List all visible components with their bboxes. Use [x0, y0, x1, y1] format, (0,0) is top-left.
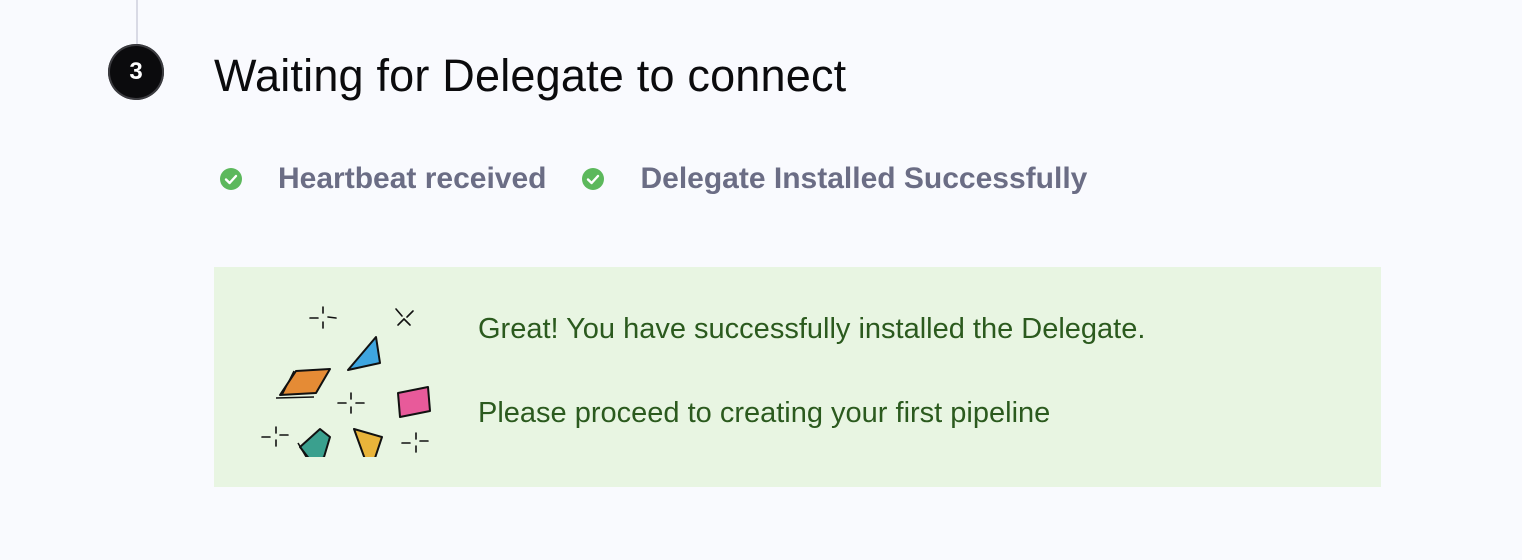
success-message-line1: Great! You have successfully installed t…: [478, 313, 1146, 345]
check-circle-icon: [582, 168, 605, 190]
step-title: Waiting for Delegate to connect: [214, 50, 847, 101]
confetti-icon: [261, 306, 431, 457]
check-heartbeat: Heartbeat received: [220, 162, 546, 196]
check-circle-icon: [220, 168, 242, 190]
delegate-setup-page: 3 Waiting for Delegate to connect Heartb…: [0, 0, 1522, 560]
status-checks: Heartbeat received Delegate Installed Su…: [220, 162, 1123, 196]
step-number-badge: 3: [108, 44, 164, 100]
check-installed: Delegate Installed Successfully: [582, 162, 1087, 196]
success-message-line2: Please proceed to creating your first pi…: [478, 397, 1051, 429]
success-message-box: Great! You have successfully installed t…: [214, 267, 1381, 487]
check-label-heartbeat: Heartbeat received: [278, 162, 547, 195]
check-label-installed: Delegate Installed Successfully: [640, 162, 1088, 195]
timeline-connector: [136, 0, 138, 44]
